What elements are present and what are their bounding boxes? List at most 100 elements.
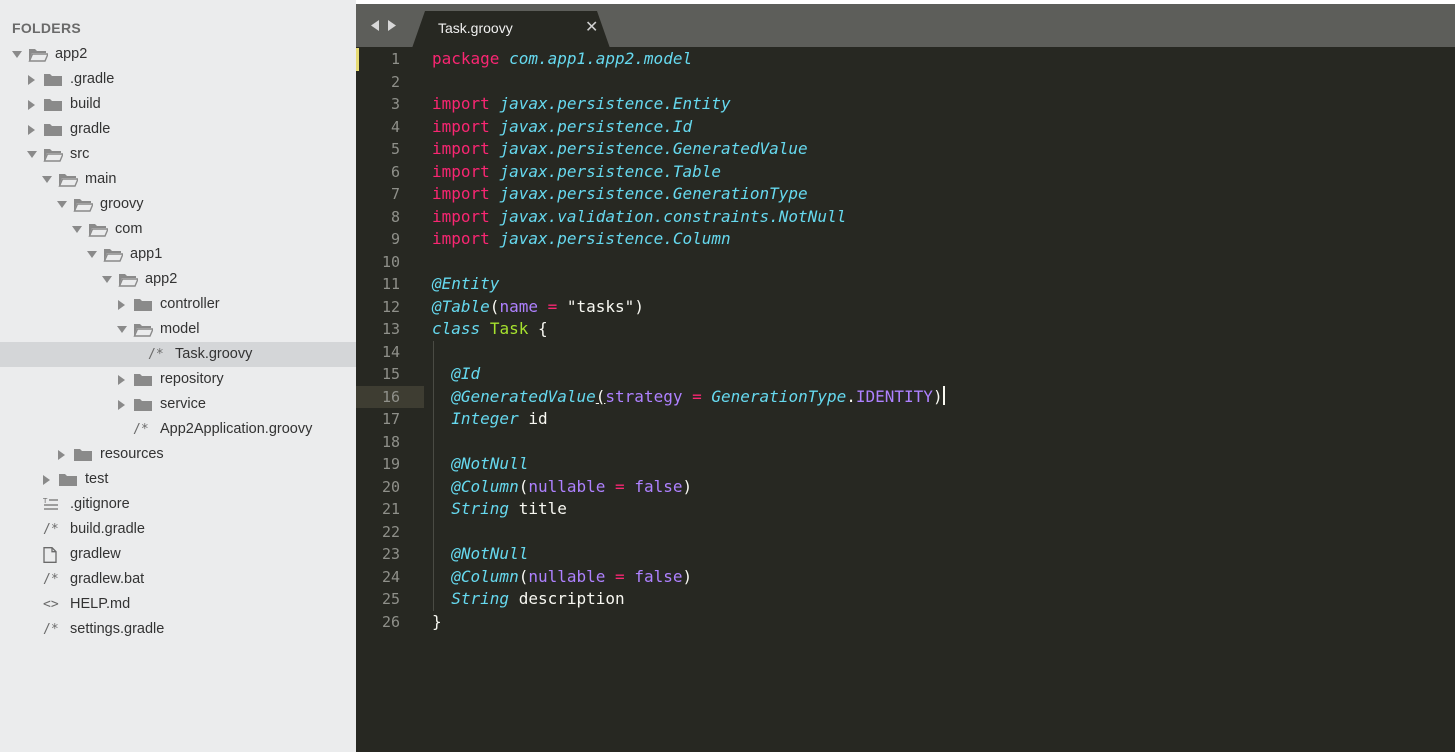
chevron-down-icon[interactable]: [102, 267, 114, 292]
code-line[interactable]: import javax.persistence.Column: [432, 228, 731, 251]
folder-item[interactable]: groovy: [0, 192, 356, 217]
folder-item[interactable]: resources: [0, 442, 356, 467]
code-line[interactable]: package com.app1.app2.model: [432, 48, 692, 71]
tree-item-label: build: [70, 96, 101, 112]
close-icon[interactable]: ✕: [585, 17, 598, 36]
file-item[interactable]: /* build.gradle: [0, 517, 356, 542]
line-number: 25: [381, 590, 400, 608]
code-line[interactable]: Integer id: [432, 408, 547, 431]
folder-item[interactable]: model: [0, 317, 356, 342]
code-line[interactable]: @Id: [432, 363, 480, 386]
line-number: 1: [390, 50, 400, 68]
file-item[interactable]: /* settings.gradle: [0, 617, 356, 642]
code-line[interactable]: String description: [432, 588, 624, 611]
folder-item[interactable]: gradle: [0, 117, 356, 142]
code-line[interactable]: @NotNull: [432, 453, 528, 476]
code-line[interactable]: @Column(nullable = false): [432, 476, 692, 499]
folder-item[interactable]: service: [0, 392, 356, 417]
chevron-right-icon[interactable]: [117, 392, 129, 417]
tree-item-label: .gitignore: [70, 496, 130, 512]
chevron-down-icon[interactable]: [87, 242, 99, 267]
chevron-down-icon[interactable]: [12, 42, 24, 67]
folder-open-icon: [43, 142, 63, 167]
folder-item[interactable]: repository: [0, 367, 356, 392]
code-line[interactable]: @Column(nullable = false): [432, 566, 692, 589]
folder-item[interactable]: test: [0, 467, 356, 492]
chevron-down-icon[interactable]: [57, 192, 69, 217]
code-token: GenerationType: [711, 386, 847, 406]
folder-open-icon: [28, 42, 48, 67]
file-item[interactable]: T .gitignore: [0, 492, 356, 517]
code-line[interactable]: import javax.persistence.GeneratedValue: [432, 138, 808, 161]
line-number: 2: [390, 72, 400, 91]
code-token: "tasks": [566, 296, 635, 316]
chevron-down-icon[interactable]: [72, 217, 84, 242]
chevron-right-icon[interactable]: [27, 117, 39, 142]
code-line[interactable]: import javax.validation.constraints.NotN…: [432, 206, 846, 229]
chevron-right-icon[interactable]: [117, 292, 129, 317]
folder-item[interactable]: controller: [0, 292, 356, 317]
tree-item-label: resources: [100, 446, 164, 462]
code-editor[interactable]: 1 2 3 4 5 6 7 8 9 10 11 12 13 14 15 16 17 18 19 20 21 22 23 24 2…: [356, 47, 1455, 752]
line-number: 16: [381, 387, 400, 406]
chevron-right-icon[interactable]: [117, 367, 129, 392]
tree-item-label: app1: [130, 246, 163, 262]
file-item[interactable]: /* App2Application.groovy: [0, 417, 356, 442]
chevron-down-icon[interactable]: [27, 142, 39, 167]
code-token: package: [432, 49, 510, 68]
folder-item[interactable]: main: [0, 167, 356, 192]
chevron-right-icon[interactable]: [388, 20, 396, 31]
chevron-right-icon[interactable]: [27, 67, 39, 92]
chevron-left-icon[interactable]: [371, 20, 379, 31]
folder-item[interactable]: app2: [0, 267, 356, 292]
chevron-down-icon[interactable]: [117, 317, 129, 342]
folder-item[interactable]: .gradle: [0, 67, 356, 92]
code-token: (: [518, 566, 529, 586]
code-token: @Column: [451, 566, 519, 586]
code-line[interactable]: @Entity: [432, 273, 499, 296]
folder-item[interactable]: src: [0, 142, 356, 167]
code-line[interactable]: @GeneratedValue(strategy = GenerationTyp…: [432, 386, 945, 409]
code-line[interactable]: import javax.persistence.Table: [432, 161, 721, 184]
code-token: ): [932, 386, 943, 406]
code-token: title: [509, 499, 567, 518]
line-number: 24: [381, 567, 400, 586]
tree-item-label: repository: [160, 371, 224, 387]
tree-item-label: app2: [145, 271, 178, 287]
code-token: javax.persistence.Entity: [499, 94, 731, 113]
file-item[interactable]: gradlew: [0, 542, 356, 567]
text-cursor: [942, 386, 945, 405]
code-token: com.app1.app2.model: [509, 49, 693, 68]
chevron-right-icon[interactable]: [27, 92, 39, 117]
chevron-right-icon[interactable]: [57, 442, 69, 467]
code-line[interactable]: @NotNull: [432, 543, 528, 566]
code-line[interactable]: class Task {: [432, 318, 548, 341]
code-line[interactable]: import javax.persistence.Entity: [432, 93, 731, 116]
markup-file-icon: <>: [43, 592, 63, 617]
file-item[interactable]: <> HELP.md: [0, 592, 356, 617]
code-line[interactable]: }: [432, 611, 442, 634]
folder-item[interactable]: app1: [0, 242, 356, 267]
code-token: (: [489, 296, 500, 316]
code-line[interactable]: @Table(name = "tasks"): [432, 296, 644, 319]
file-glyph: /*: [43, 522, 59, 537]
blank-file-icon: [43, 542, 63, 567]
tree-item-label: test: [85, 471, 109, 487]
folder-item[interactable]: app2: [0, 42, 356, 67]
code-line[interactable]: import javax.persistence.GenerationType: [432, 183, 808, 206]
line-number: 15: [381, 365, 400, 383]
tab-task-groovy[interactable]: Task.groovy ✕: [411, 11, 611, 51]
chevron-right-icon[interactable]: [42, 467, 54, 492]
code-line[interactable]: String title: [432, 498, 567, 521]
chevron-down-icon[interactable]: [42, 167, 54, 192]
tree-item-label: src: [70, 146, 90, 162]
code-line[interactable]: import javax.persistence.Id: [432, 116, 692, 139]
tree-item-label: service: [160, 396, 206, 412]
folder-item[interactable]: build: [0, 92, 356, 117]
folder-icon: [58, 467, 78, 492]
folder-item[interactable]: com: [0, 217, 356, 242]
file-item[interactable]: /* gradlew.bat: [0, 567, 356, 592]
file-item[interactable]: /* Task.groovy: [0, 342, 356, 367]
